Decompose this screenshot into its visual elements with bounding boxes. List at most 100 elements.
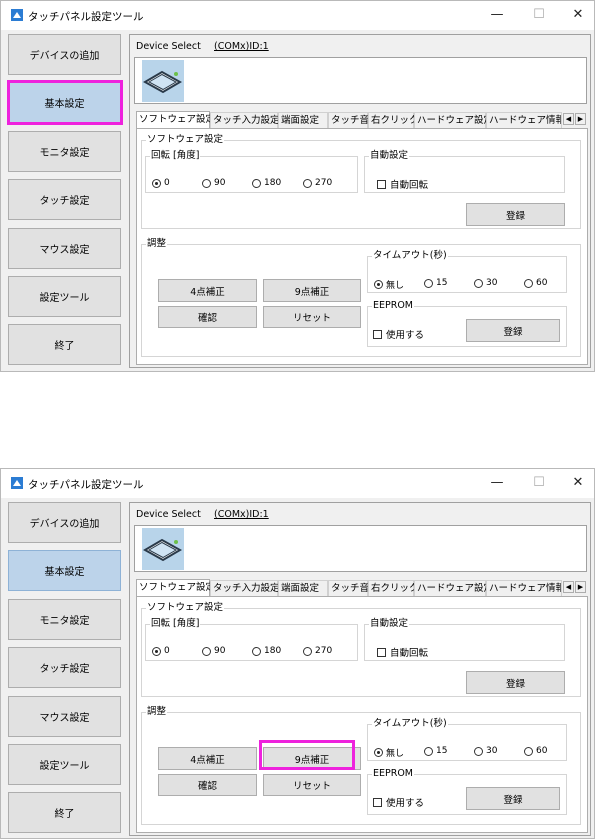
reset-button[interactable]: リセット	[263, 774, 361, 796]
rotation-180-radio[interactable]: 180	[252, 646, 281, 656]
device-select-link[interactable]: (COMx)ID:1	[214, 41, 269, 52]
timeout-15-radio[interactable]: 15	[424, 278, 447, 288]
close-icon[interactable]: ✕	[565, 6, 591, 24]
rotation-270-radio[interactable]: 270	[303, 178, 332, 188]
touch-panel-icon[interactable]	[142, 528, 184, 570]
adjust-group: 調整 4点補正 9点補正 確認 リセット タイムアウト(秒) 無し 15 30 …	[141, 239, 581, 357]
rotation-0-radio[interactable]: 0	[152, 178, 170, 188]
tab-scroll-left-icon[interactable]: ◀	[563, 581, 574, 593]
eeprom-use-checkbox[interactable]: 使用する	[373, 327, 424, 341]
tab-touch-input[interactable]: タッチ入力設定	[210, 580, 280, 596]
timeout-group-label: タイムアウト(秒)	[373, 250, 447, 261]
sidebar-item-label: タッチ設定	[39, 664, 90, 675]
radio-selected-icon	[374, 748, 383, 757]
timeout-30-radio[interactable]: 30	[474, 278, 497, 288]
window-title: タッチパネル設定ツール	[28, 11, 144, 23]
highlight-nine-point-calibration	[259, 740, 355, 770]
timeout-60-radio[interactable]: 60	[524, 278, 547, 288]
tab-edge[interactable]: 端面設定	[278, 112, 328, 128]
sidebar-item-mouse-settings[interactable]: マウス設定	[8, 228, 121, 269]
tab-scroll-left-icon[interactable]: ◀	[563, 113, 574, 125]
sidebar-item-settings-tool[interactable]: 設定ツール	[8, 276, 121, 317]
window-title: タッチパネル設定ツール	[28, 479, 144, 491]
timeout-15-radio[interactable]: 15	[424, 746, 447, 756]
device-select-link[interactable]: (COMx)ID:1	[214, 509, 269, 520]
software-register-button[interactable]: 登録	[466, 671, 565, 694]
timeout-60-radio[interactable]: 60	[524, 746, 547, 756]
maximize-icon[interactable]: ☐	[526, 6, 552, 24]
tab-scroll-right-icon[interactable]: ▶	[575, 113, 586, 125]
eeprom-group: EEPROM 使用する 登録	[367, 769, 567, 815]
sidebar-item-add-device[interactable]: デバイスの追加	[8, 502, 121, 543]
checkbox-label: 自動回転	[390, 648, 429, 659]
sidebar-item-basic-settings[interactable]: 基本設定	[8, 550, 121, 591]
tab-right-click[interactable]: 右クリック	[368, 112, 419, 128]
tab-hardware-settings[interactable]: ハードウェア設定	[414, 580, 493, 596]
device-select-label: Device Select	[136, 509, 201, 520]
sidebar-item-add-device[interactable]: デバイスの追加	[8, 34, 121, 75]
close-icon[interactable]: ✕	[565, 474, 591, 492]
radio-icon	[524, 746, 533, 756]
minimize-icon[interactable]: —	[484, 6, 510, 24]
radio-selected-icon	[374, 280, 383, 289]
tab-software[interactable]: ソフトウェア設定	[136, 111, 215, 129]
tab-hardware-info[interactable]: ハードウェア情報	[486, 112, 562, 128]
timeout-30-radio[interactable]: 30	[474, 746, 497, 756]
adjust-group: 調整 4点補正 9点補正 確認 リセット タイムアウト(秒) 無し 15 30 …	[141, 707, 581, 825]
auto-rotate-checkbox[interactable]: 自動回転	[377, 177, 428, 191]
radio-label: 180	[264, 646, 282, 656]
sidebar-item-touch-settings[interactable]: タッチ設定	[8, 179, 121, 220]
main-panel: Device Select (COMx)ID:1 ソフトウェア設定 タッチ入力設…	[129, 502, 591, 836]
nine-point-calibration-button[interactable]: 9点補正	[263, 279, 361, 302]
tab-software[interactable]: ソフトウェア設定	[136, 579, 215, 597]
checkbox-icon	[373, 797, 382, 807]
rotation-0-radio[interactable]: 0	[152, 646, 170, 656]
minimize-icon[interactable]: —	[484, 474, 510, 492]
timeout-group-label: タイムアウト(秒)	[373, 718, 447, 729]
confirm-button[interactable]: 確認	[158, 774, 257, 796]
four-point-calibration-button[interactable]: 4点補正	[158, 747, 257, 770]
sidebar-item-mouse-settings[interactable]: マウス設定	[8, 696, 121, 737]
radio-label: 無し	[386, 749, 405, 759]
rotation-270-radio[interactable]: 270	[303, 646, 332, 656]
tab-hardware-settings[interactable]: ハードウェア設定	[414, 112, 493, 128]
tab-right-click[interactable]: 右クリック	[368, 580, 419, 596]
tab-hardware-info[interactable]: ハードウェア情報	[486, 580, 562, 596]
touch-panel-icon[interactable]	[142, 60, 184, 102]
tab-edge[interactable]: 端面設定	[278, 580, 328, 596]
sidebar-item-exit[interactable]: 終了	[8, 792, 121, 833]
radio-label: 90	[214, 646, 226, 656]
reset-button[interactable]: リセット	[263, 306, 361, 328]
rotation-180-radio[interactable]: 180	[252, 178, 281, 188]
tab-scroll-right-icon[interactable]: ▶	[575, 581, 586, 593]
tab-touch-sound[interactable]: タッチ音	[328, 580, 369, 596]
maximize-icon[interactable]: ☐	[526, 474, 552, 492]
eeprom-group-label: EEPROM	[373, 768, 414, 779]
sidebar-item-monitor-settings[interactable]: モニタ設定	[8, 599, 121, 640]
confirm-button[interactable]: 確認	[158, 306, 257, 328]
sidebar-item-label: マウス設定	[39, 713, 90, 724]
rotation-90-radio[interactable]: 90	[202, 646, 225, 656]
sidebar-item-settings-tool[interactable]: 設定ツール	[8, 744, 121, 785]
radio-label: 90	[214, 178, 226, 188]
four-point-calibration-button[interactable]: 4点補正	[158, 279, 257, 302]
timeout-none-radio[interactable]: 無し	[374, 278, 404, 291]
eeprom-register-button[interactable]: 登録	[466, 319, 560, 342]
radio-icon	[202, 178, 211, 188]
eeprom-use-checkbox[interactable]: 使用する	[373, 795, 424, 809]
radio-label: 60	[536, 746, 548, 756]
software-register-button[interactable]: 登録	[466, 203, 565, 226]
sidebar-item-label: モニタ設定	[39, 148, 90, 159]
radio-icon	[303, 178, 312, 188]
app-window-step-1: タッチパネル設定ツール — ☐ ✕ デバイスの追加 基本設定 モニタ設定 タッチ…	[0, 0, 595, 372]
rotation-90-radio[interactable]: 90	[202, 178, 225, 188]
timeout-none-radio[interactable]: 無し	[374, 746, 404, 759]
sidebar-item-touch-settings[interactable]: タッチ設定	[8, 647, 121, 688]
tab-touch-sound[interactable]: タッチ音	[328, 112, 369, 128]
app-icon	[11, 9, 23, 21]
sidebar-item-monitor-settings[interactable]: モニタ設定	[8, 131, 121, 172]
tab-touch-input[interactable]: タッチ入力設定	[210, 112, 280, 128]
sidebar-item-exit[interactable]: 終了	[8, 324, 121, 365]
eeprom-register-button[interactable]: 登録	[466, 787, 560, 810]
auto-rotate-checkbox[interactable]: 自動回転	[377, 645, 428, 659]
